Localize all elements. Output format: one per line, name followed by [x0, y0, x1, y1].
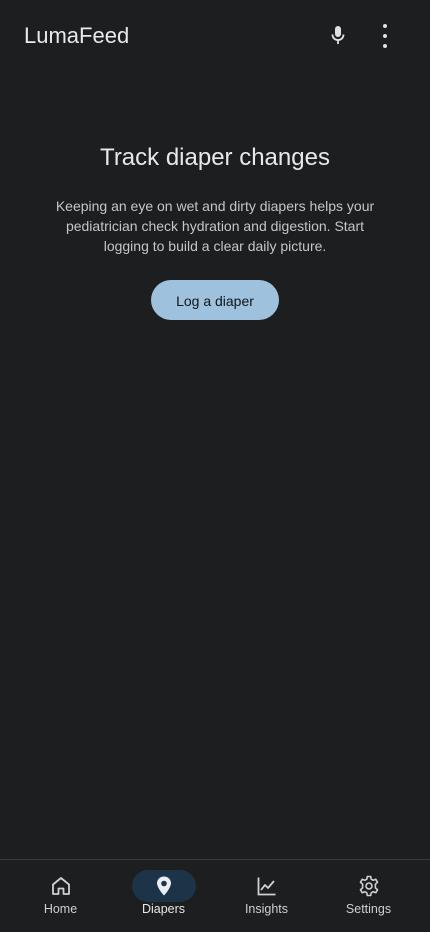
empty-state-description: Keeping an eye on wet and dirty diapers …: [55, 198, 375, 254]
nav-label-settings: Settings: [345, 902, 392, 916]
app-bar: LumaFeed: [0, 0, 430, 72]
nav-label-diapers: Diapers: [141, 902, 186, 916]
nav-item-insights[interactable]: Insights: [213, 860, 320, 932]
nav-item-settings[interactable]: Settings: [315, 860, 422, 932]
empty-state: Track diaper changes Keeping an eye on w…: [0, 140, 430, 320]
nav-item-home[interactable]: Home: [7, 860, 114, 932]
nav-label-home: Home: [43, 902, 78, 916]
bottom-navigation: Home Diapers Insights Settings: [0, 859, 430, 932]
trending-chart-icon: [257, 877, 275, 896]
gear-icon: [359, 875, 378, 897]
microphone-button[interactable]: [322, 19, 354, 51]
app-title: LumaFeed: [24, 23, 130, 48]
more-options-button[interactable]: [369, 19, 401, 53]
nav-label-insights: Insights: [244, 902, 289, 916]
home-icon: [51, 877, 70, 895]
nav-item-diapers[interactable]: Diapers: [110, 860, 217, 932]
mic-icon: [331, 26, 345, 44]
more-vertical-icon: [383, 24, 387, 48]
log-diaper-button[interactable]: Log a diaper: [151, 280, 279, 320]
empty-state-title: Track diaper changes: [100, 144, 330, 171]
location-pin-icon: [156, 876, 171, 896]
